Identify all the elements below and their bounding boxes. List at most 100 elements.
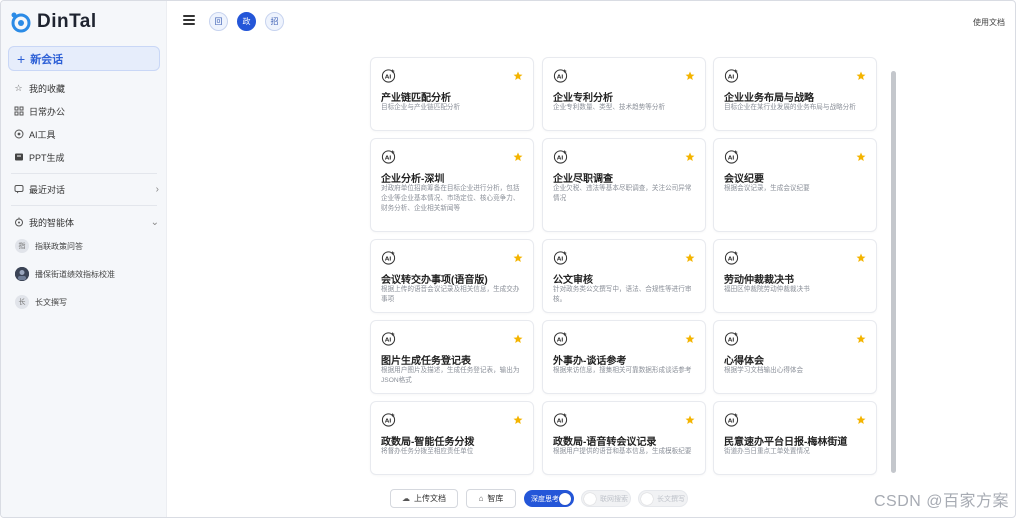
agent-card[interactable]: AI 会议纪要 根据会议记录，生成会议纪要 (713, 138, 877, 232)
agent-card-title: 外事办-谈话参考 (553, 356, 627, 367)
agent-card[interactable]: AI 民意速办平台日报-梅林街道 街道办当日重点工单处置情况 (713, 401, 877, 475)
agent-item-label: 长文撰写 (35, 297, 67, 307)
svg-text:AI: AI (728, 74, 734, 80)
agent-card-description: 目标企业与产业链匹配分析 (381, 104, 461, 111)
sidebar-item-ai-tools[interactable]: AI工具 (13, 126, 153, 142)
ai-icon: AI (724, 412, 739, 427)
agent-card[interactable]: AI 政数局-智能任务分拨 将督办任务分拨至相应责任单位 (370, 401, 534, 475)
agent-item-label: 播保街道绩效指标校准 (35, 269, 115, 279)
ai-icon: AI (724, 250, 739, 265)
top-chip-hui[interactable]: 回 (209, 12, 228, 31)
agent-card[interactable]: AI 外事办-谈话参考 根据来访信息，搜集相关可靠数据形成谈话参考 (542, 320, 706, 394)
svg-text:AI: AI (728, 337, 734, 343)
agent-card-title: 企业专利分析 (553, 93, 613, 104)
web-search-toggle[interactable]: 联网搜索 (581, 490, 631, 507)
cloud-upload-icon: ☁ (402, 494, 410, 503)
avatar: 指 (15, 239, 29, 253)
star-icon[interactable] (513, 68, 523, 80)
star-icon[interactable] (856, 149, 866, 161)
agent-card-description: 对政府单位招商筹备在目标企业进行分析，包括企业等企业基本情况、市场定位、核心竞争… (381, 185, 520, 212)
sidebar-item-my-agents[interactable]: 我的智能体 ⌄ (13, 214, 159, 230)
chevron-down-icon: ⌄ (150, 216, 159, 228)
agent-card[interactable]: AI 会议转交办事项(语音版) 根据上传的语音会议记录及相关信息，生成交办事项 (370, 239, 534, 313)
knowledge-base-button[interactable]: ⌂ 智库 (466, 489, 516, 508)
svg-text:AI: AI (385, 256, 391, 262)
svg-text:AI: AI (385, 74, 391, 80)
star-icon[interactable] (513, 412, 523, 424)
toggle-label: 联网搜索 (600, 495, 628, 503)
scrollbar[interactable] (891, 71, 896, 473)
agent-icon (13, 217, 24, 228)
star-icon[interactable] (513, 250, 523, 262)
star-icon[interactable] (685, 250, 695, 262)
top-chip-zheng[interactable]: 政 (237, 12, 256, 31)
upload-label: 上传文档 (414, 494, 446, 503)
agent-card-grid: AI 产业链匹配分析 目标企业与产业链匹配分析 AI 企业专利分析 企业专利数量、类型、技… (364, 51, 896, 481)
agent-item[interactable]: 长 长文撰写 (15, 294, 67, 310)
sidebar-item-office[interactable]: 日常办公 (13, 103, 153, 119)
agent-card-description: 企业专利数量、类型、技术趋势等分析 (553, 104, 666, 111)
star-icon[interactable] (513, 331, 523, 343)
deep-thinking-toggle[interactable]: 深度思考 (524, 490, 574, 507)
star-icon[interactable] (685, 331, 695, 343)
agent-card[interactable]: AI 企业分析-深圳 对政府单位招商筹备在目标企业进行分析，包括企业等企业基本情况、… (370, 138, 534, 232)
star-icon[interactable] (685, 149, 695, 161)
long-writing-toggle[interactable]: 长文撰写 (638, 490, 688, 507)
agent-card-description: 企业欠税、违法等基本尽职调查，关注公司异常情况 (553, 185, 692, 202)
agent-card-description: 根据用户图片及描述，生成任务登记表，输出为JSON格式 (381, 367, 520, 384)
avatar: 长 (15, 295, 29, 309)
agent-card[interactable]: AI 产业链匹配分析 目标企业与产业链匹配分析 (370, 57, 534, 131)
toggle-label: 深度思考 (531, 495, 559, 503)
agent-card-description: 将督办任务分拨至相应责任单位 (381, 448, 474, 455)
agent-card-title: 会议转交办事项(语音版) (381, 275, 488, 286)
svg-text:AI: AI (385, 337, 391, 343)
docs-link[interactable]: 使用文档 (973, 17, 1005, 28)
sidebar-item-recent[interactable]: 最近对话 › (13, 181, 159, 197)
plus-icon: + (17, 50, 26, 67)
agent-card-description: 根据用户提供的语音和基本信息，生成模板纪要 (553, 448, 692, 455)
star-icon[interactable] (685, 68, 695, 80)
upload-document-button[interactable]: ☁ 上传文档 (390, 489, 458, 508)
agent-card[interactable]: AI 公文审核 针对政务类公文撰写中，语法、合规性等进行审核。 (542, 239, 706, 313)
svg-text:AI: AI (557, 418, 563, 424)
star-outline-icon: ☆ (14, 82, 23, 93)
star-icon[interactable] (856, 331, 866, 343)
avatar (15, 267, 29, 281)
chat-bubble-icon (13, 184, 24, 195)
sidebar-divider (11, 173, 157, 174)
sidebar-item-ppt[interactable]: PPT生成 (13, 149, 153, 165)
agent-card[interactable]: AI 图片生成任务登记表 根据用户图片及描述，生成任务登记表，输出为JSON格式 (370, 320, 534, 394)
sidebar-item-label: 我的智能体 (29, 217, 75, 228)
agent-card-title: 劳动仲裁裁决书 (724, 275, 794, 286)
top-chip-zhao[interactable]: 招 (265, 12, 284, 31)
agent-card[interactable]: AI 企业业务布局与战略 目标企业在某行业发展的业务布局与战略分析 (713, 57, 877, 131)
agent-card-title: 政数局-智能任务分拨 (381, 437, 475, 448)
app-logo[interactable]: DinTal (10, 10, 97, 34)
svg-text:AI: AI (728, 155, 734, 161)
ai-icon: AI (381, 250, 396, 265)
agent-card[interactable]: AI 劳动仲裁裁决书 福田区仲裁院劳动仲裁裁决书 (713, 239, 877, 313)
chevron-right-icon: › (155, 183, 159, 195)
star-icon[interactable] (856, 412, 866, 424)
menu-toggle-icon[interactable] (183, 15, 195, 25)
library-icon: ⌂ (478, 494, 484, 503)
agent-card[interactable]: AI 心得体会 根据学习文档输出心得体会 (713, 320, 877, 394)
logo-text: DinTal (37, 11, 97, 32)
agent-card[interactable]: AI 企业尽职调查 企业欠税、违法等基本尽职调查，关注公司异常情况 (542, 138, 706, 232)
sidebar-item-favorites[interactable]: ☆ 我的收藏 (13, 80, 153, 96)
ai-icon: AI (553, 250, 568, 265)
star-icon[interactable] (513, 149, 523, 161)
star-icon[interactable] (685, 412, 695, 424)
star-icon[interactable] (856, 250, 866, 262)
agent-item[interactable]: 指 指联政策问答 (15, 238, 83, 254)
ai-icon: AI (381, 412, 396, 427)
star-icon[interactable] (856, 68, 866, 80)
agent-card[interactable]: AI 政数局-语音转会议记录 根据用户提供的语音和基本信息，生成模板纪要 (542, 401, 706, 475)
agent-card[interactable]: AI 企业专利分析 企业专利数量、类型、技术趋势等分析 (542, 57, 706, 131)
svg-text:AI: AI (385, 155, 391, 161)
new-chat-button[interactable]: + 新会话 (8, 46, 160, 71)
agent-card-description: 针对政务类公文撰写中，语法、合规性等进行审核。 (553, 286, 692, 303)
knowledge-label: 智库 (487, 494, 504, 503)
agent-card-description: 目标企业在某行业发展的业务布局与战略分析 (724, 104, 856, 111)
agent-item[interactable]: 播保街道绩效指标校准 (15, 266, 115, 282)
